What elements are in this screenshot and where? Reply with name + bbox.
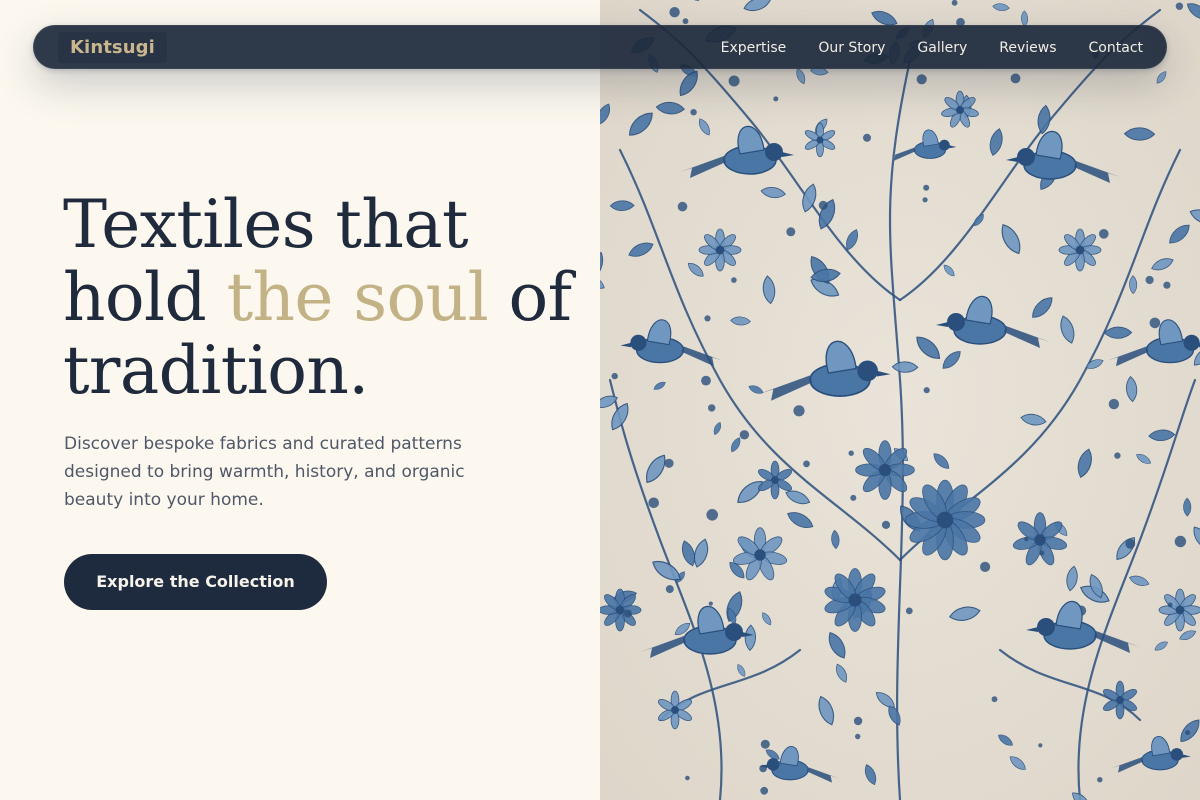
- brand-logo[interactable]: Kintsugi: [58, 32, 167, 63]
- nav-link-gallery[interactable]: Gallery: [917, 40, 967, 56]
- nav-link-our-story[interactable]: Our Story: [818, 40, 885, 56]
- hero-subtext: Discover bespoke fabrics and curated pat…: [64, 434, 465, 510]
- hero-textile-image: [600, 0, 1200, 800]
- nav-links: Expertise Our Story Gallery Reviews Cont…: [721, 26, 1143, 70]
- nav-link-reviews[interactable]: Reviews: [999, 40, 1056, 56]
- hero-headline: Textiles that hold the soul of tradition…: [63, 188, 583, 407]
- nav-link-contact[interactable]: Contact: [1089, 40, 1143, 56]
- headline-accent-text: the soul: [226, 259, 489, 336]
- explore-collection-button[interactable]: Explore the Collection: [64, 554, 327, 610]
- nav-link-expertise[interactable]: Expertise: [721, 40, 787, 56]
- top-navbar: Kintsugi Expertise Our Story Gallery Rev…: [33, 25, 1167, 69]
- landing-page: Kintsugi Expertise Our Story Gallery Rev…: [0, 0, 1200, 800]
